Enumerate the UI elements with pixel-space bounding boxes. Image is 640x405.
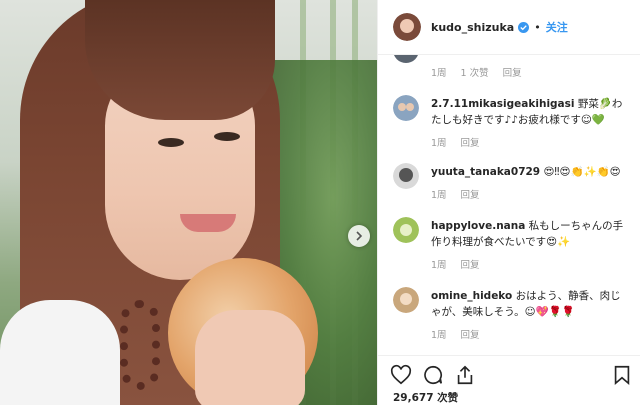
eye — [214, 132, 240, 141]
comment-username[interactable]: 2.7.11mikasigeakihigasi — [431, 98, 575, 110]
author-username[interactable]: kudo_shizuka — [431, 21, 514, 34]
comment-time[interactable]: 1周 — [431, 327, 447, 341]
comment-meta: 1周 回复 — [431, 135, 480, 149]
comment-meta: 1周 回复 — [431, 257, 480, 271]
comment-time[interactable]: 1周 — [431, 257, 447, 271]
reply-button[interactable]: 回复 — [461, 187, 480, 201]
reply-button[interactable]: 回复 — [461, 135, 480, 149]
bangs — [85, 0, 275, 120]
comment-meta: 1周 回复 — [431, 327, 480, 341]
eye — [158, 138, 184, 147]
comment-meta: 1周 1 次赞 回复 — [431, 65, 522, 79]
author-avatar[interactable] — [393, 13, 421, 41]
comment-meta: 1周 回复 — [431, 187, 480, 201]
comment-username[interactable]: happylove.nana — [431, 220, 525, 232]
reply-button[interactable]: 回复 — [461, 327, 480, 341]
comment-icon[interactable] — [422, 364, 444, 386]
next-photo-button[interactable] — [348, 225, 370, 247]
comment-likes[interactable]: 1 次赞 — [461, 65, 489, 79]
comment-text: 😍‼😍👏✨👏😍 — [543, 166, 621, 178]
comment-time[interactable]: 1周 — [431, 135, 447, 149]
necklace — [120, 300, 160, 390]
reply-button[interactable]: 回复 — [461, 257, 480, 271]
comment-username[interactable]: yuuta_tanaka0729 — [431, 166, 540, 178]
comment-avatar[interactable] — [393, 217, 419, 243]
comment-body: happylove.nana 私もしーちゃんの手作り料理が食べたいです😍✨ — [431, 218, 631, 250]
separator: • — [534, 20, 541, 34]
shirt — [0, 300, 120, 405]
chevron-right-icon — [356, 231, 363, 241]
hand — [195, 310, 305, 405]
comments-list[interactable]: 1周 1 次赞 回复 2.7.11mikasigeakihigasi 野菜🥬わた… — [378, 55, 640, 355]
comment-avatar[interactable] — [393, 163, 419, 189]
comment-body: omine_hideko おはよう、静香、肉じゃが、美味しそう。☺💖🌹🌹 — [431, 288, 631, 320]
comment-avatar[interactable] — [393, 287, 419, 313]
comment-avatar[interactable] — [393, 95, 419, 121]
post-actions: 29,677 次赞 — [378, 355, 640, 405]
comment-avatar[interactable] — [393, 55, 419, 63]
heart-icon[interactable] — [390, 364, 412, 386]
share-icon[interactable] — [454, 364, 476, 386]
post-photo[interactable] — [0, 0, 377, 405]
reply-button[interactable]: 回复 — [503, 65, 522, 79]
comment-body: 2.7.11mikasigeakihigasi 野菜🥬わたしも好きです♪♪お疲れ… — [431, 96, 631, 128]
post-side-panel: kudo_shizuka • 关注 1周 1 次赞 回复 2.7.11mikas… — [377, 0, 640, 405]
comment-body: yuuta_tanaka0729 😍‼😍👏✨👏😍 — [431, 164, 631, 180]
comment-time[interactable]: 1周 — [431, 187, 447, 201]
comment-time[interactable]: 1周 — [431, 65, 447, 79]
likes-count[interactable]: 29,677 次赞 — [393, 390, 458, 405]
comment-username[interactable]: omine_hideko — [431, 290, 512, 302]
verified-badge-icon — [518, 21, 530, 33]
follow-button[interactable]: 关注 — [546, 19, 568, 35]
bookmark-icon[interactable] — [611, 364, 633, 386]
post-header: kudo_shizuka • 关注 — [378, 0, 640, 55]
